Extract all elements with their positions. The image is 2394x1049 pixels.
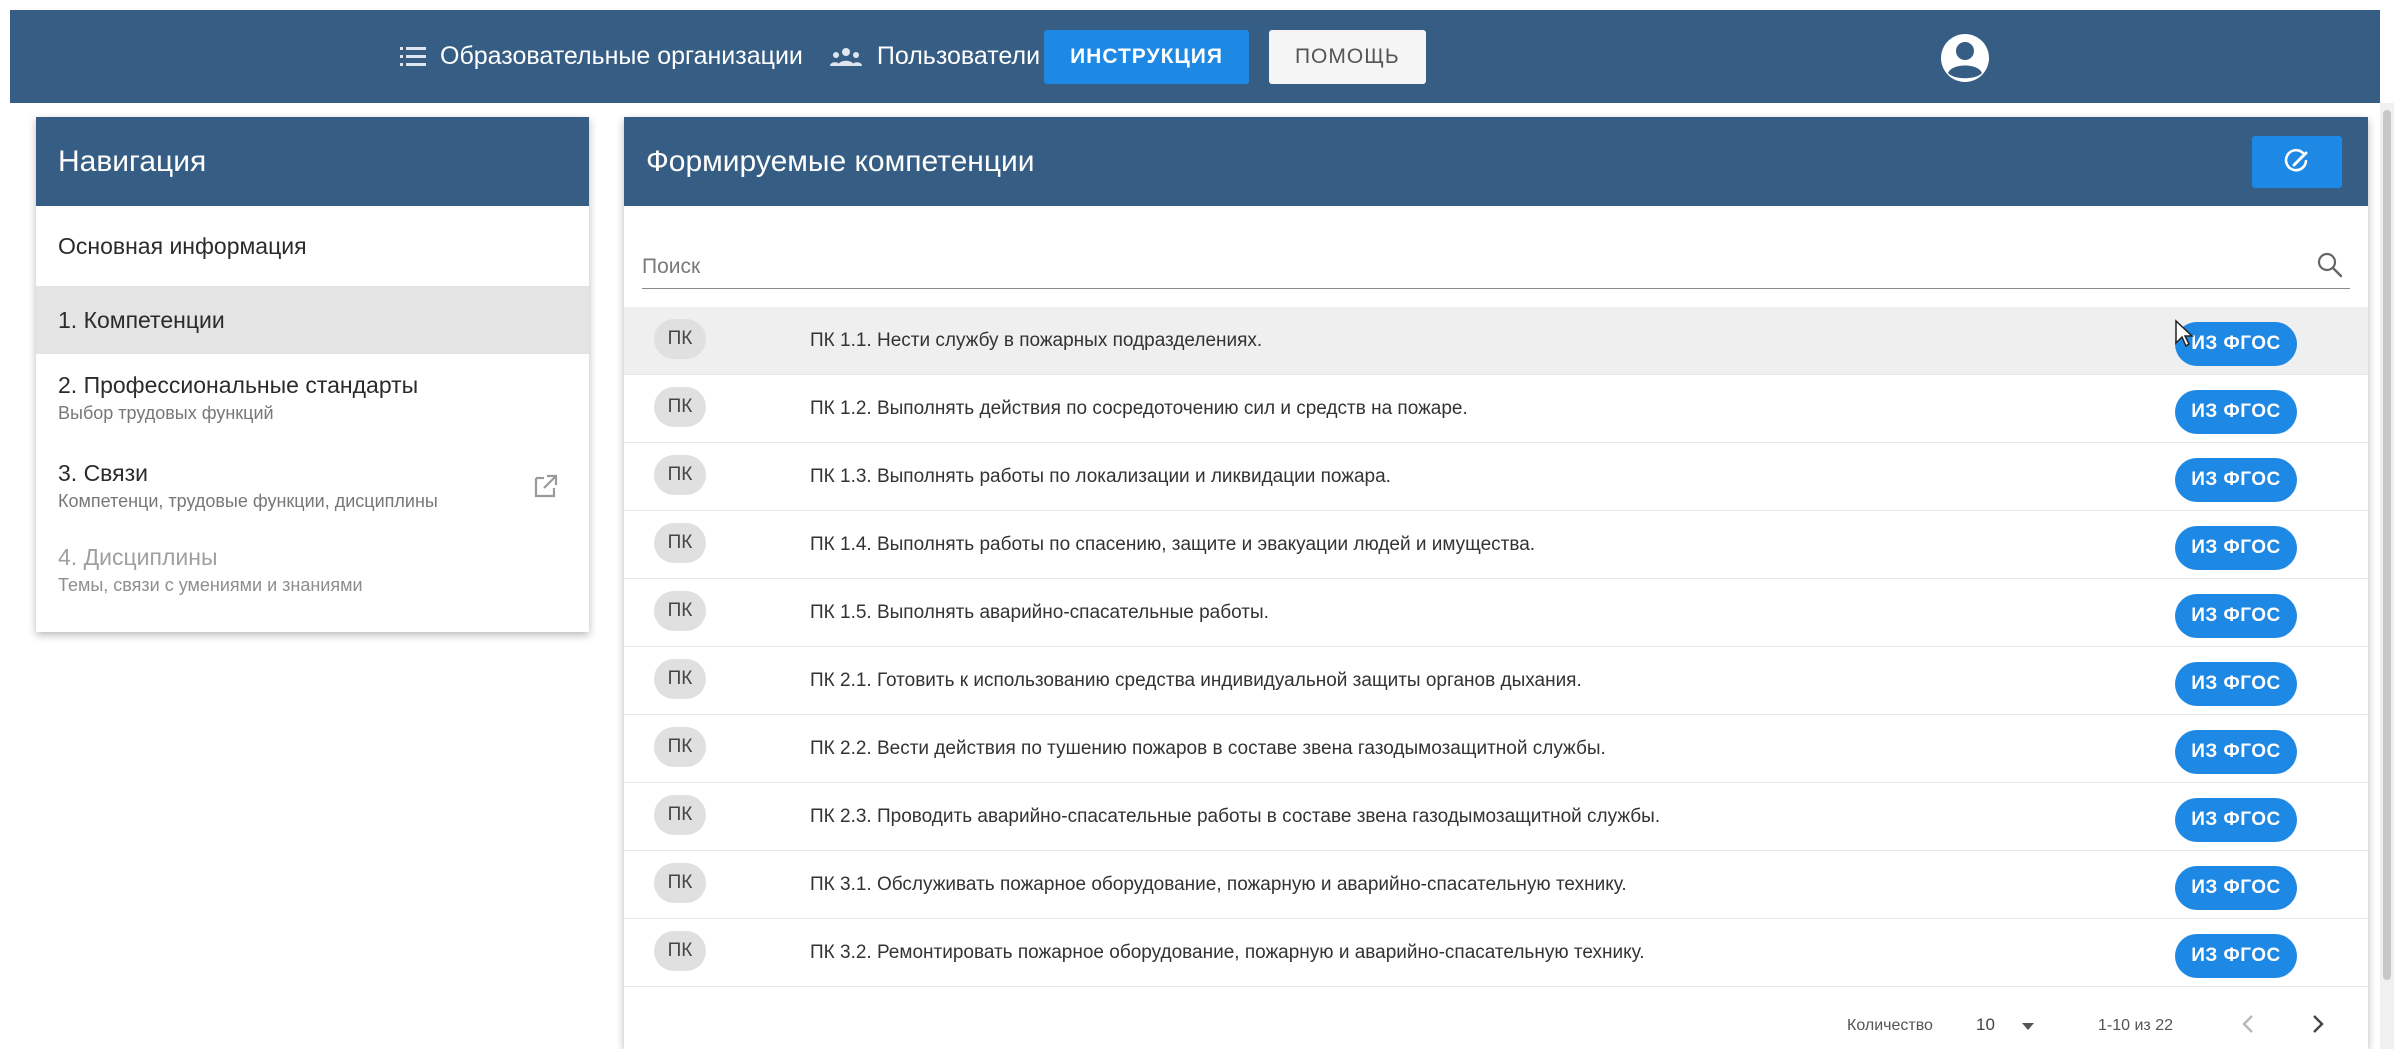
chevron-down-icon[interactable] bbox=[2022, 1023, 2034, 1030]
nav-item-sublabel: Компетенци, трудовые функции, дисциплины bbox=[58, 491, 438, 511]
pk-chip: ПК bbox=[654, 863, 706, 903]
nav-users-label: Пользователи bbox=[876, 42, 1041, 70]
nav-item-basic-info[interactable]: Основная информация bbox=[36, 206, 589, 286]
nav-item-sublabel: Выбор трудовых функций bbox=[58, 403, 274, 423]
list-icon bbox=[400, 46, 426, 66]
from-fgos-button[interactable]: ИЗ ФГОС bbox=[2175, 458, 2297, 502]
mouse-cursor-icon bbox=[2175, 319, 2194, 348]
instruction-button[interactable]: ИНСТРУКЦИЯ bbox=[1044, 29, 1249, 84]
pk-chip: ПК bbox=[654, 387, 706, 427]
pk-chip: ПК bbox=[654, 727, 706, 767]
pk-chip: ПК bbox=[654, 659, 706, 699]
help-button[interactable]: ПОМОЩЬ bbox=[1268, 29, 1426, 84]
competencies-panel: Формируемые компетенции Поиск ПК ПК 1.1.… bbox=[624, 117, 2368, 1049]
table-row[interactable]: ПК ПК 1.2. Выполнять действия по сосредо… bbox=[624, 375, 2368, 443]
chevron-right-icon[interactable] bbox=[2307, 1013, 2327, 1035]
per-page-select[interactable]: 10 bbox=[1976, 1015, 1995, 1035]
top-bar: Образовательные организации Пользователи… bbox=[10, 10, 2380, 103]
table-row[interactable]: ПК ПК 1.4. Выполнять работы по спасению,… bbox=[624, 511, 2368, 579]
competency-text: ПК 2.1. Готовить к использованию средств… bbox=[810, 669, 1582, 691]
pk-chip: ПК bbox=[654, 319, 706, 359]
pk-chip: ПК bbox=[654, 931, 706, 971]
competency-list: ПК ПК 1.1. Нести службу в пожарных подра… bbox=[624, 307, 2368, 987]
nav-item-sublabel: Темы, связи с умениями и знаниями bbox=[58, 575, 363, 595]
competency-text: ПК 2.3. Проводить аварийно-спасательные … bbox=[810, 805, 1661, 827]
from-fgos-button[interactable]: ИЗ ФГОС bbox=[2175, 662, 2297, 706]
nav-item-prof-standards[interactable]: 2. Профессиональные стандарты Выбор труд… bbox=[36, 354, 589, 442]
from-fgos-button[interactable]: ИЗ ФГОС bbox=[2175, 798, 2297, 842]
page-range: 1-10 из 22 bbox=[2098, 1017, 2173, 1034]
nav-item-label: 3. Связи bbox=[58, 460, 148, 486]
navigation-title: Навигация bbox=[36, 117, 589, 206]
nav-item-label: 2. Профессиональные стандарты bbox=[58, 372, 419, 398]
nav-item-label: 4. Дисциплины bbox=[58, 544, 218, 570]
competency-text: ПК 1.3. Выполнять работы по локализации … bbox=[810, 465, 1391, 487]
navigation-list: Основная информация 1. Компетенции 2. Пр… bbox=[36, 206, 589, 610]
nav-item-label: 1. Компетенции bbox=[58, 306, 225, 333]
table-row[interactable]: ПК ПК 1.5. Выполнять аварийно-спасательн… bbox=[624, 579, 2368, 647]
from-fgos-button[interactable]: ИЗ ФГОС bbox=[2175, 526, 2297, 570]
competency-text: ПК 2.2. Вести действия по тушению пожаро… bbox=[810, 737, 1606, 759]
from-fgos-button[interactable]: ИЗ ФГОС bbox=[2175, 390, 2297, 434]
group-icon bbox=[829, 47, 862, 66]
per-page-label: Количество bbox=[1847, 1017, 1933, 1034]
top-nav: Образовательные организации Пользователи… bbox=[400, 10, 1426, 103]
nav-item-label: Основная информация bbox=[58, 232, 307, 259]
competency-text: ПК 3.1. Обслуживать пожарное оборудовани… bbox=[810, 873, 1627, 895]
pk-chip: ПК bbox=[654, 795, 706, 835]
competency-text: ПК 1.5. Выполнять аварийно-спасательные … bbox=[810, 601, 1269, 623]
account-circle-icon[interactable] bbox=[1940, 33, 1990, 83]
navigation-panel: Навигация Основная информация 1. Компете… bbox=[36, 117, 589, 632]
nav-item-competencies[interactable]: 1. Компетенции bbox=[36, 286, 589, 354]
competencies-title: Формируемые компетенции bbox=[646, 144, 1035, 178]
table-row[interactable]: ПК ПК 1.1. Нести службу в пожарных подра… bbox=[624, 307, 2368, 375]
search-placeholder: Поиск bbox=[642, 254, 701, 278]
nav-item-links[interactable]: 3. Связи Компетенци, трудовые функции, д… bbox=[36, 442, 589, 530]
table-row[interactable]: ПК ПК 2.1. Готовить к использованию сред… bbox=[624, 647, 2368, 715]
edit-icon bbox=[2284, 148, 2308, 172]
pk-chip: ПК bbox=[654, 455, 706, 495]
competency-text: ПК 3.2. Ремонтировать пожарное оборудова… bbox=[810, 941, 1645, 963]
page-scrollbar-thumb[interactable] bbox=[2383, 110, 2391, 980]
table-row[interactable]: ПК ПК 2.3. Проводить аварийно-спасательн… bbox=[624, 783, 2368, 851]
chevron-left-icon[interactable] bbox=[2239, 1013, 2259, 1035]
competency-text: ПК 1.4. Выполнять работы по спасению, за… bbox=[810, 533, 1536, 555]
from-fgos-button[interactable]: ИЗ ФГОС bbox=[2175, 934, 2297, 978]
search-icon[interactable] bbox=[2316, 251, 2344, 279]
from-fgos-button[interactable]: ИЗ ФГОС bbox=[2175, 730, 2297, 774]
nav-users-link[interactable]: Пользователи bbox=[829, 42, 1040, 71]
pagination: Количество 10 1-10 из 22 bbox=[624, 997, 2368, 1049]
from-fgos-button[interactable]: ИЗ ФГОС bbox=[2175, 594, 2297, 638]
competencies-header: Формируемые компетенции bbox=[624, 117, 2368, 206]
table-row[interactable]: ПК ПК 3.1. Обслуживать пожарное оборудов… bbox=[624, 851, 2368, 919]
nav-orgs-link[interactable]: Образовательные организации bbox=[400, 42, 803, 71]
pk-chip: ПК bbox=[654, 523, 706, 563]
table-row[interactable]: ПК ПК 1.3. Выполнять работы по локализац… bbox=[624, 443, 2368, 511]
nav-item-disciplines: 4. Дисциплины Темы, связи с умениями и з… bbox=[36, 530, 589, 610]
competency-text: ПК 1.1. Нести службу в пожарных подразде… bbox=[810, 329, 1263, 351]
open-in-new-icon[interactable] bbox=[533, 473, 559, 499]
edit-button[interactable] bbox=[2252, 136, 2342, 188]
from-fgos-button[interactable]: ИЗ ФГОС bbox=[2175, 866, 2297, 910]
search-field[interactable]: Поиск bbox=[642, 245, 2350, 289]
competency-text: ПК 1.2. Выполнять действия по сосредоточ… bbox=[810, 397, 1468, 419]
nav-orgs-label: Образовательные организации bbox=[440, 42, 803, 70]
pk-chip: ПК bbox=[654, 591, 706, 631]
table-row[interactable]: ПК ПК 2.2. Вести действия по тушению пож… bbox=[624, 715, 2368, 783]
table-row[interactable]: ПК ПК 3.2. Ремонтировать пожарное оборуд… bbox=[624, 919, 2368, 987]
